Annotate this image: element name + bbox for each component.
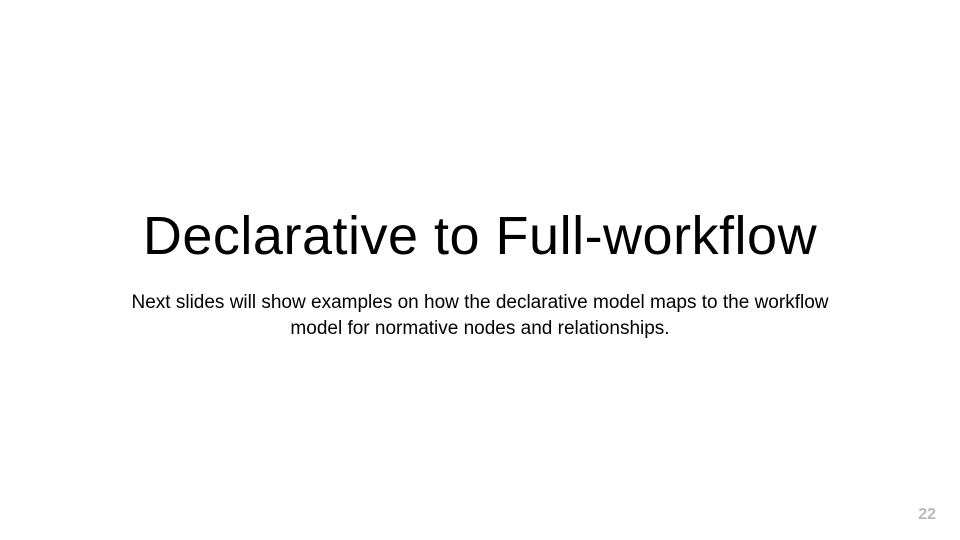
slide-body-text: Next slides will show examples on how th… — [130, 290, 830, 341]
page-number: 22 — [918, 506, 936, 524]
slide-title: Declarative to Full-workflow — [0, 205, 960, 267]
